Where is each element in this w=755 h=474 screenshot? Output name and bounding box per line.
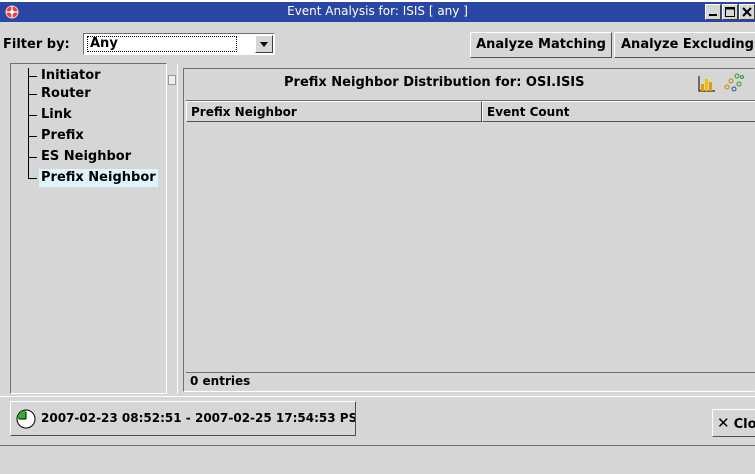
splitter-handle[interactable] xyxy=(168,75,176,85)
panel-title: Prefix Neighbor Distribution for: OSI.IS… xyxy=(284,75,585,90)
tree-branch xyxy=(28,115,37,116)
filter-dropdown[interactable]: Any xyxy=(83,33,275,55)
tree-branch xyxy=(28,136,37,137)
tree-item-label: Initiator xyxy=(41,68,101,83)
chevron-down-icon xyxy=(260,42,268,47)
analyze-excluding-button[interactable]: Analyze Excluding xyxy=(614,32,755,58)
bar-chart-icon[interactable] xyxy=(698,75,716,92)
dropdown-arrow-button[interactable] xyxy=(255,35,273,53)
status-bar xyxy=(0,445,755,474)
clock-icon xyxy=(16,409,36,429)
close-button[interactable]: ✕Close xyxy=(712,409,755,437)
column-header-event-count[interactable]: Event Count xyxy=(482,101,755,122)
title-bar[interactable]: Event Analysis for: ISIS [ any ] xyxy=(0,2,755,22)
minimize-icon xyxy=(709,14,717,16)
maximize-icon xyxy=(725,7,735,17)
analyze-matching-button[interactable]: Analyze Matching xyxy=(470,32,612,58)
maximize-button[interactable] xyxy=(722,4,738,20)
category-tree: Initiator Router Link Prefix ES Neighbor… xyxy=(10,63,167,394)
tree-item-label: ES Neighbor xyxy=(41,149,132,164)
tree-item-label: Prefix xyxy=(41,128,84,143)
tree-item-label: Prefix Neighbor xyxy=(39,169,158,187)
tree-branch xyxy=(28,94,37,95)
column-header-prefix-neighbor[interactable]: Prefix Neighbor xyxy=(186,101,482,122)
tree-branch xyxy=(28,76,37,77)
tree-branch xyxy=(28,178,37,179)
scatter-plot-icon[interactable] xyxy=(722,73,744,93)
window-close-button[interactable] xyxy=(739,4,755,20)
event-analysis-window: Event Analysis for: ISIS [ any ] Filter … xyxy=(0,2,755,474)
tree-branch xyxy=(28,157,37,158)
distribution-panel: Prefix Neighbor Distribution for: OSI.IS… xyxy=(183,68,755,392)
tree-item-label: Router xyxy=(41,86,91,101)
splitter-divider[interactable] xyxy=(177,64,178,394)
close-button-label: Close xyxy=(733,417,755,432)
tree-connector xyxy=(28,68,29,178)
entries-count: 0 entries xyxy=(186,372,755,390)
window-title: Event Analysis for: ISIS [ any ] xyxy=(287,4,468,18)
minimize-button[interactable] xyxy=(705,4,721,20)
filter-selected-value[interactable]: Any xyxy=(87,36,237,52)
tree-item-label: Link xyxy=(41,107,72,122)
panel-header: Prefix Neighbor Distribution for: OSI.IS… xyxy=(184,69,755,97)
close-x-icon: ✕ xyxy=(717,414,730,432)
time-range-text: 2007-02-23 08:52:51 - 2007-02-25 17:54:5… xyxy=(41,411,356,425)
filter-label: Filter by: xyxy=(3,37,70,52)
divider xyxy=(0,396,755,397)
close-icon xyxy=(742,7,752,17)
time-range-button[interactable]: 2007-02-23 08:52:51 - 2007-02-25 17:54:5… xyxy=(10,401,356,436)
distribution-table: Prefix Neighbor Event Count 0 entries xyxy=(186,100,755,389)
